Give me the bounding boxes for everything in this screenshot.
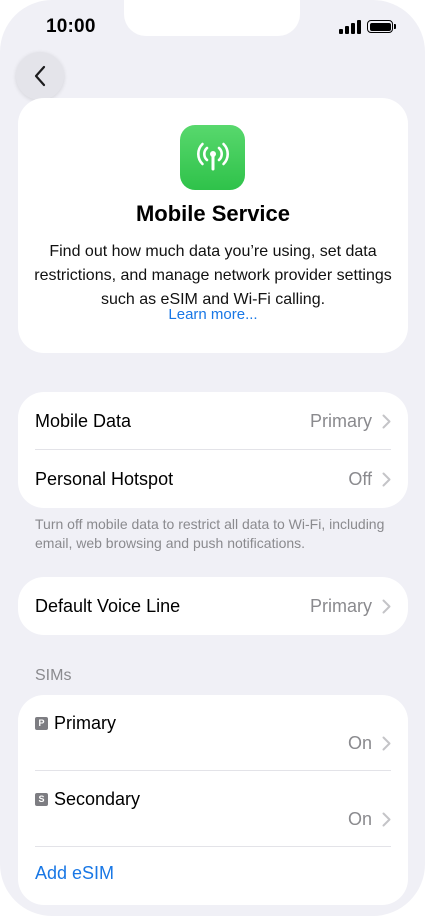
page-title: Mobile Service xyxy=(135,201,291,226)
back-button[interactable] xyxy=(16,52,64,100)
sim-row-secondary[interactable]: S Secondary On xyxy=(18,771,408,847)
learn-more-link[interactable]: Learn more... xyxy=(18,306,408,323)
divider xyxy=(35,846,391,847)
sims-section-header: SIMs xyxy=(35,667,72,684)
sims-group: P Primary On S Secondary On Add eSIM xyxy=(18,695,408,905)
chevron-right-icon xyxy=(382,812,391,827)
sim-row-primary[interactable]: P Primary On xyxy=(18,695,408,771)
page-description: Find out how much data you’re using, set… xyxy=(34,243,392,308)
chevron-right-icon xyxy=(382,599,391,613)
notch xyxy=(124,0,300,36)
voice-line-group: Default Voice Line Primary xyxy=(18,577,408,635)
chevron-right-icon xyxy=(382,472,391,486)
default-voice-line-row[interactable]: Default Voice Line Primary xyxy=(18,577,408,635)
row-value: Primary xyxy=(310,410,372,431)
chevron-left-icon xyxy=(34,65,46,87)
row-value: Primary xyxy=(310,595,372,616)
battery-icon xyxy=(367,20,396,33)
sim-badge-icon: S xyxy=(35,793,48,806)
screen: 10:00 Mobile Service Find out how much d… xyxy=(0,0,425,916)
sim-status: On xyxy=(348,733,391,754)
row-value: On xyxy=(347,809,372,829)
chevron-right-icon xyxy=(382,414,391,428)
add-esim-button[interactable]: Add eSIM xyxy=(35,863,114,884)
sim-name: Primary xyxy=(54,713,116,733)
personal-hotspot-row[interactable]: Personal Hotspot Off xyxy=(18,450,408,508)
row-label: Default Voice Line xyxy=(35,595,181,616)
row-label: Mobile Data xyxy=(35,410,132,431)
status-time: 10:00 xyxy=(46,16,96,37)
antenna-icon xyxy=(180,125,245,190)
mobile-data-row[interactable]: Mobile Data Primary xyxy=(18,392,408,450)
sim-badge-icon: P xyxy=(35,717,48,730)
sim-name: Secondary xyxy=(54,789,141,809)
mobile-service-info-card: Mobile Service Find out how much data yo… xyxy=(18,98,408,353)
row-value: Off xyxy=(348,468,372,489)
chevron-right-icon xyxy=(382,736,391,751)
data-settings-group: Mobile Data Primary Personal Hotspot Off xyxy=(18,392,408,508)
device-frame: 10:00 Mobile Service Find out how much d… xyxy=(0,0,425,920)
sim-label: S Secondary xyxy=(35,789,140,810)
mobile-data-footnote: Turn off mobile data to restrict all dat… xyxy=(35,516,385,551)
row-value: On xyxy=(347,733,372,753)
sim-status: On xyxy=(348,809,391,830)
signal-icon xyxy=(339,20,361,34)
sim-label: P Primary xyxy=(35,713,116,734)
row-label: Personal Hotspot xyxy=(35,468,174,489)
